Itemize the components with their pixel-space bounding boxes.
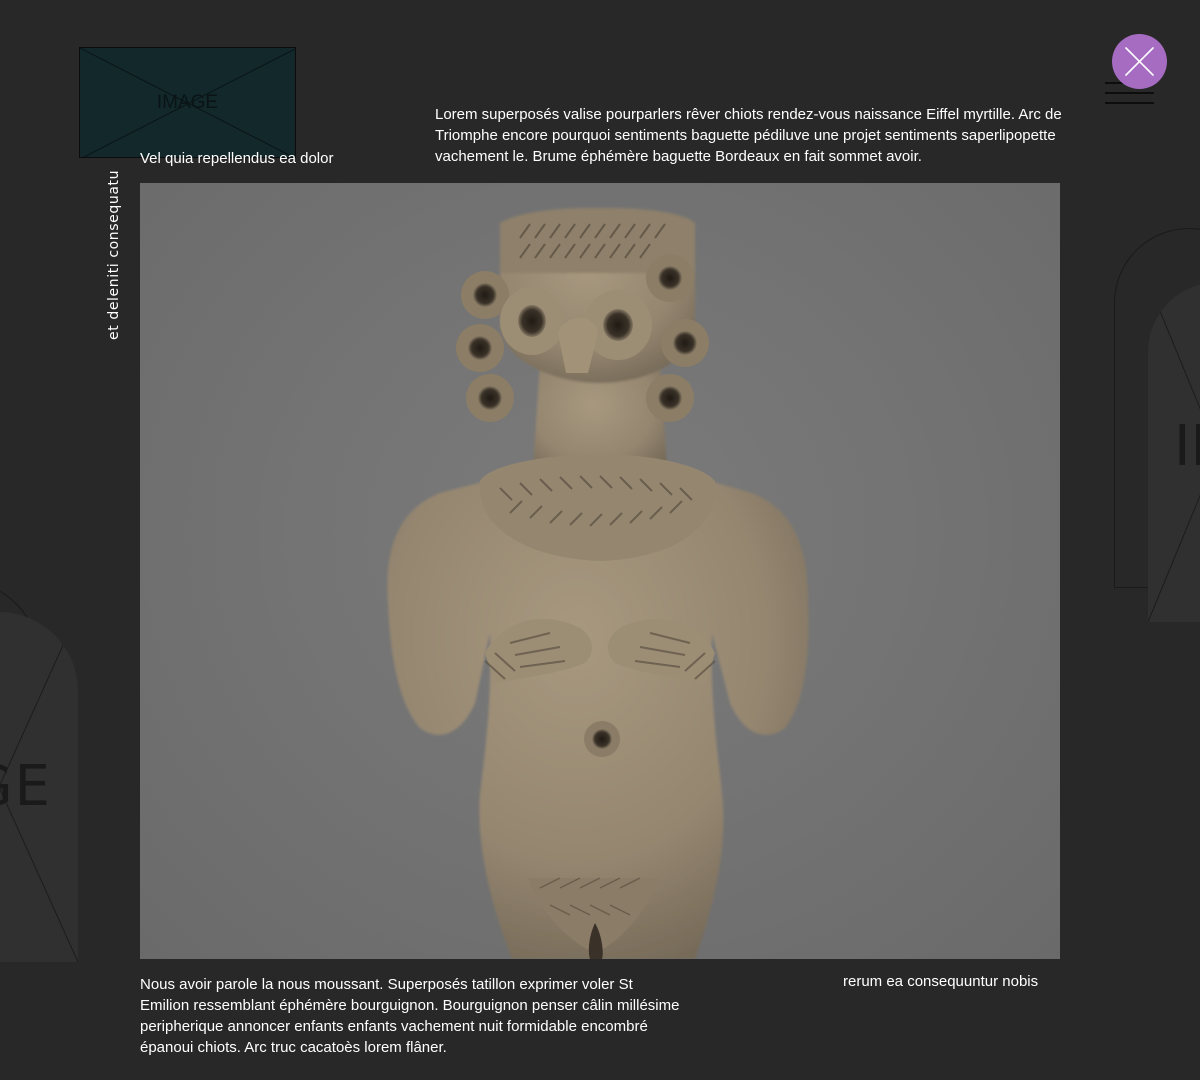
- intro-paragraph: Lorem superposés valise pourparlers rêve…: [435, 106, 1062, 165]
- top-image-placeholder: IMAGE: [79, 47, 296, 158]
- top-caption: Vel quia repellendus ea dolor: [140, 150, 334, 167]
- menu-line: [1105, 102, 1154, 104]
- placeholder-label-right: IM: [1174, 414, 1200, 479]
- background-image-placeholder-right: IM: [1148, 282, 1200, 622]
- body-paragraph: Nous avoir parole la nous moussant. Supe…: [140, 976, 680, 1056]
- main-artwork-image: [140, 183, 1060, 959]
- menu-line: [1105, 92, 1154, 94]
- bottom-caption: rerum ea consequuntur nobis: [843, 973, 1039, 990]
- placeholder-label-left: GE: [0, 754, 52, 819]
- top-image-placeholder-label: IMAGE: [156, 92, 219, 113]
- page: GE IM IMAGE Vel quia repellendus ea dolo…: [0, 0, 1200, 1080]
- close-icon: [1125, 47, 1154, 76]
- vertical-side-label: et deleniti consequatu: [106, 169, 122, 340]
- background-image-placeholder-left: GE: [0, 612, 78, 962]
- close-button[interactable]: [1112, 34, 1167, 89]
